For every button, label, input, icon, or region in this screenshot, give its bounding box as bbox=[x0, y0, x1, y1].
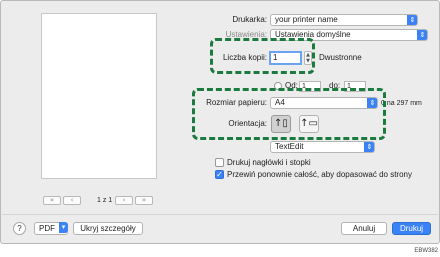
page-preview bbox=[41, 13, 157, 179]
print-headers-checkbox[interactable] bbox=[215, 158, 224, 167]
app-options-select[interactable]: TextEdit ⇕ bbox=[270, 141, 375, 153]
select-arrows-icon: ⇕ bbox=[407, 15, 417, 25]
printer-select[interactable]: your printer name ⇕ bbox=[270, 14, 418, 26]
copies-highlight bbox=[210, 38, 315, 74]
pdf-menu-button[interactable]: PDF ▾ bbox=[34, 222, 68, 235]
previous-page-button[interactable]: ‹ bbox=[63, 196, 81, 205]
footer-separator bbox=[2, 214, 438, 215]
paper-orientation-highlight bbox=[192, 88, 386, 140]
print-button[interactable]: Drukuj bbox=[392, 222, 431, 235]
cancel-button[interactable]: Anuluj bbox=[341, 222, 387, 235]
rewrap-label: Przewiń ponownie całość, aby dopasować d… bbox=[227, 170, 412, 179]
rewrap-checkbox[interactable]: ✓ bbox=[215, 170, 224, 179]
preview-nav-back: « ‹ bbox=[43, 196, 81, 206]
paper-dimensions: 0 na 297 mm bbox=[381, 100, 422, 107]
print-headers-label: Drukuj nagłówki i stopki bbox=[227, 158, 311, 167]
pdf-label: PDF bbox=[39, 224, 55, 233]
select-arrows-icon: ⇕ bbox=[364, 142, 374, 152]
printer-value: your printer name bbox=[275, 15, 338, 24]
select-arrows-icon: ⇕ bbox=[417, 30, 427, 40]
hide-details-button[interactable]: Ukryj szczegóły bbox=[73, 222, 143, 235]
duplex-label: Dwustronne bbox=[319, 53, 362, 62]
printer-label: Drukarka: bbox=[232, 15, 267, 24]
chevron-down-icon: ▾ bbox=[59, 222, 68, 233]
app-options-value: TextEdit bbox=[275, 142, 304, 151]
help-button[interactable]: ? bbox=[13, 222, 26, 235]
page-counter: 1 z 1 bbox=[97, 197, 113, 204]
first-page-button[interactable]: « bbox=[43, 196, 61, 205]
next-page-button[interactable]: › bbox=[115, 196, 133, 205]
last-page-button[interactable]: » bbox=[135, 196, 153, 205]
preview-nav-forward: › » bbox=[115, 196, 153, 206]
figure-code: EBW382 bbox=[414, 248, 438, 254]
